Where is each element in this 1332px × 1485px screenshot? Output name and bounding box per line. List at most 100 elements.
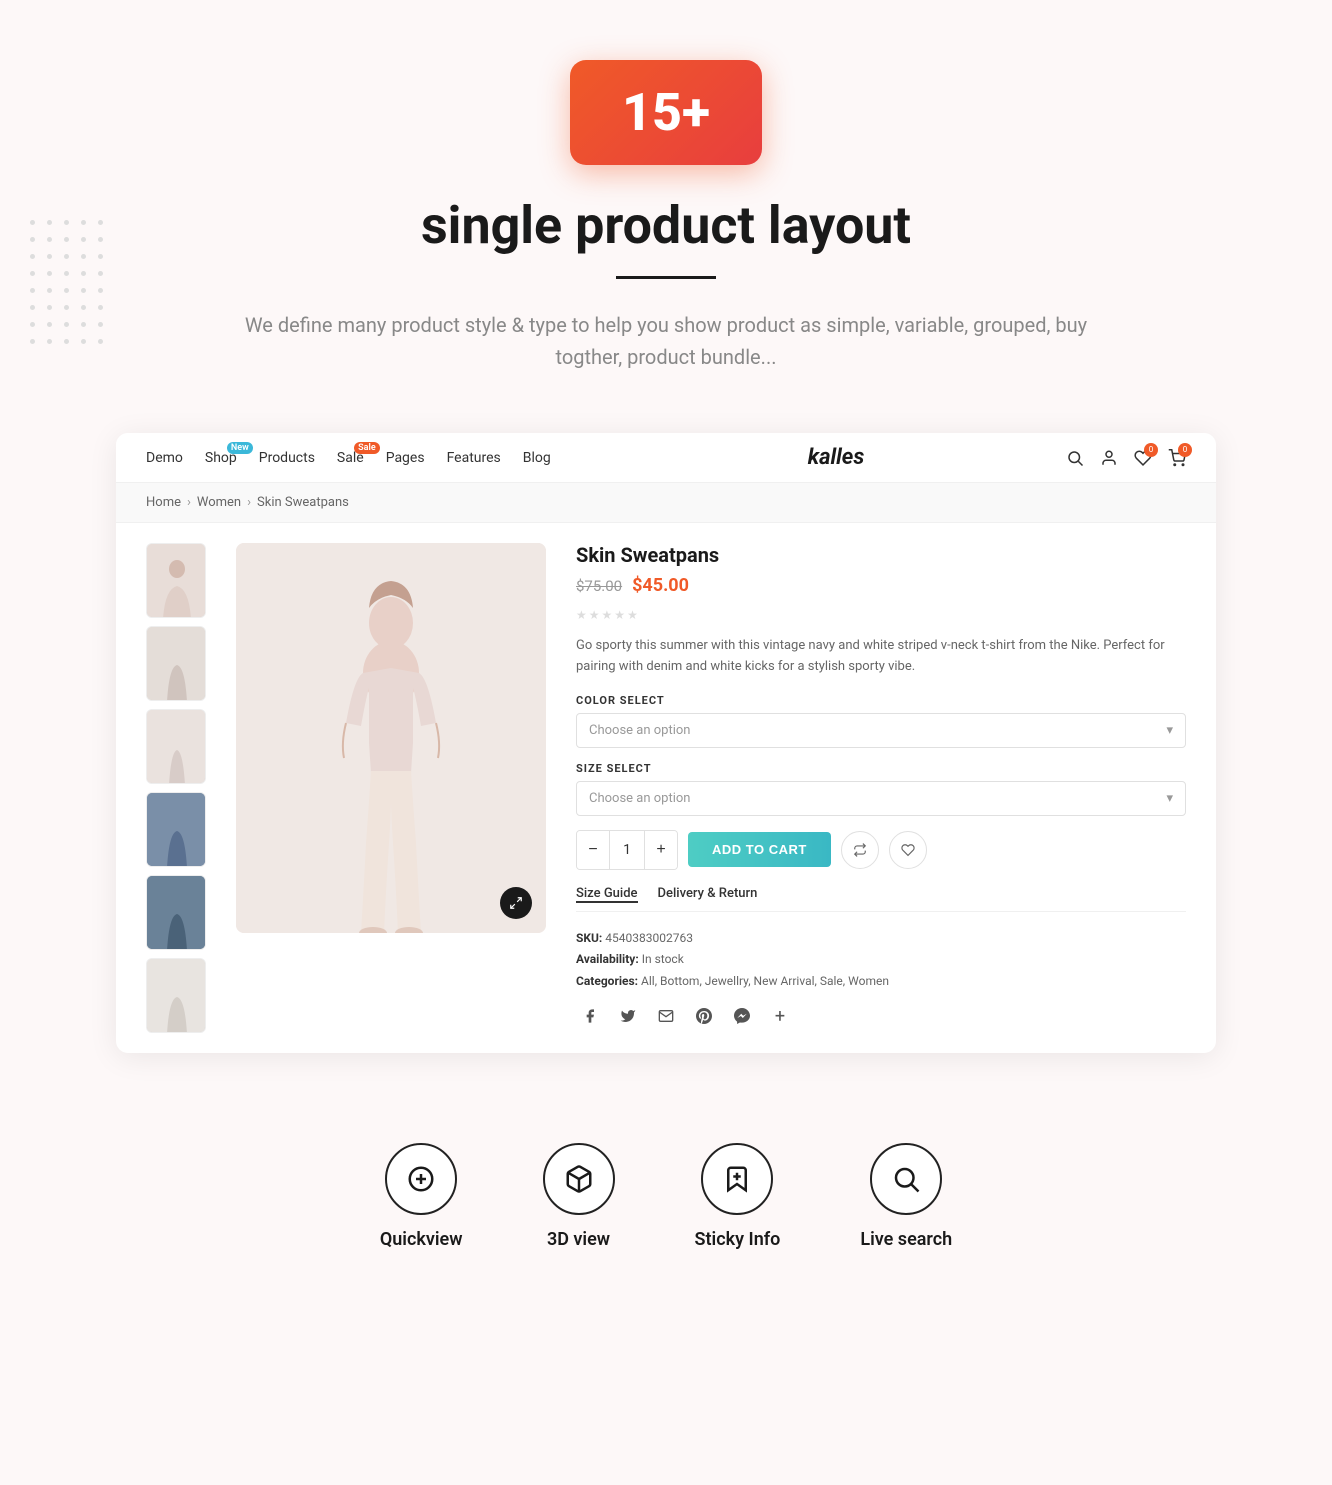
thumbnail-6[interactable] xyxy=(146,958,206,1033)
availability-value: In stock xyxy=(642,952,684,966)
more-share-icon[interactable]: + xyxy=(766,1002,794,1030)
thumbnail-4[interactable] xyxy=(146,792,206,867)
sku-value: 4540383002763 xyxy=(605,931,693,945)
color-chevron-icon: ▾ xyxy=(1166,723,1173,738)
hero-description: We define many product style & type to h… xyxy=(241,309,1091,373)
cart-nav-icon[interactable]: 0 xyxy=(1168,449,1186,467)
categories-value: All, Bottom, Jewellry, New Arrival, Sale… xyxy=(641,974,889,988)
color-select-placeholder: Choose an option xyxy=(589,723,690,738)
breadcrumb: Home › Women › Skin Sweatpans xyxy=(116,483,1216,523)
compare-button[interactable] xyxy=(841,831,879,869)
add-to-cart-row: − 1 + ADD TO CART xyxy=(576,830,1186,870)
bookmark-icon xyxy=(722,1164,752,1194)
thumbnail-3[interactable] xyxy=(146,709,206,784)
product-main-image: -40% xyxy=(236,543,546,1033)
product-meta: SKU: 4540383002763 Availability: In stoc… xyxy=(576,928,1186,993)
shop-new-badge: New xyxy=(227,442,253,454)
nav-links: Demo Shop New Products Sale Sale Pages F… xyxy=(146,450,606,466)
size-select-label: SIZE SELECT xyxy=(576,762,1186,775)
thumbnail-5[interactable] xyxy=(146,875,206,950)
cart-count: 0 xyxy=(1178,443,1192,457)
nav-sale[interactable]: Sale Sale xyxy=(337,450,364,466)
messenger-icon[interactable] xyxy=(728,1002,756,1030)
nav-features[interactable]: Features xyxy=(447,450,501,466)
product-image-container: -40% xyxy=(236,543,546,933)
nav-products[interactable]: Products xyxy=(259,450,315,466)
tab-delivery[interactable]: Delivery & Return xyxy=(658,886,758,903)
facebook-icon[interactable] xyxy=(576,1002,604,1030)
account-nav-icon[interactable] xyxy=(1100,449,1118,467)
search-nav-icon[interactable] xyxy=(1066,449,1084,467)
livesearch-label: Live search xyxy=(860,1229,952,1250)
plus-icon xyxy=(406,1164,436,1194)
breadcrumb-home[interactable]: Home xyxy=(146,495,181,510)
product-name: Skin Sweatpans xyxy=(576,543,1186,567)
product-tabs: Size Guide Delivery & Return xyxy=(576,886,1186,912)
qty-decrease-button[interactable]: − xyxy=(577,831,609,869)
search-icon xyxy=(891,1164,921,1194)
box-icon xyxy=(564,1164,594,1194)
wishlist-count: 0 xyxy=(1144,443,1158,457)
demo-navigation: Demo Shop New Products Sale Sale Pages F… xyxy=(116,433,1216,483)
wishlist-nav-icon[interactable]: 0 xyxy=(1134,449,1152,467)
qty-increase-button[interactable]: + xyxy=(645,831,677,869)
color-select-label: COLOR SELECT xyxy=(576,694,1186,707)
wishlist-button[interactable] xyxy=(889,831,927,869)
product-thumbnails xyxy=(146,543,206,1033)
nav-blog[interactable]: Blog xyxy=(523,450,551,466)
breadcrumb-women[interactable]: Women xyxy=(197,495,241,510)
product-demo-container: Demo Shop New Products Sale Sale Pages F… xyxy=(116,433,1216,1053)
breadcrumb-current: Skin Sweatpans xyxy=(257,495,349,510)
hero-section: 15+ single product layout We define many… xyxy=(0,0,1332,403)
categories-label: Categories: xyxy=(576,974,638,988)
nav-icon-group: 0 0 xyxy=(1066,449,1186,467)
livesearch-icon-circle[interactable] xyxy=(870,1143,942,1215)
product-description: Go sporty this summer with this vintage … xyxy=(576,636,1186,678)
page-title: single product layout xyxy=(20,195,1312,256)
quantity-control: − 1 + xyxy=(576,830,678,870)
nav-pages[interactable]: Pages xyxy=(386,450,425,466)
product-price: $75.00 $45.00 xyxy=(576,575,1186,596)
3dview-icon-circle[interactable] xyxy=(543,1143,615,1215)
zoom-button[interactable] xyxy=(500,887,532,919)
pinterest-icon[interactable] xyxy=(690,1002,718,1030)
size-select-placeholder: Choose an option xyxy=(589,791,690,806)
color-select[interactable]: Choose an option ▾ xyxy=(576,713,1186,748)
feature-3dview: 3D view xyxy=(543,1143,615,1250)
tab-size-guide[interactable]: Size Guide xyxy=(576,886,638,903)
sku-label: SKU: xyxy=(576,931,602,945)
price-old: $75.00 xyxy=(576,577,622,595)
product-info-panel: Skin Sweatpans $75.00 $45.00 ★ ★ ★ ★ ★ G… xyxy=(576,543,1186,1033)
sale-badge: Sale xyxy=(354,442,380,454)
3dview-label: 3D view xyxy=(547,1229,610,1250)
features-strip: Quickview 3D view Sticky Info xyxy=(0,1093,1332,1310)
stickyinfo-label: Sticky Info xyxy=(695,1229,781,1250)
social-share-icons: + xyxy=(576,1002,1186,1030)
availability-row: Availability: In stock xyxy=(576,949,1186,971)
size-select[interactable]: Choose an option ▾ xyxy=(576,781,1186,816)
feature-live-search: Live search xyxy=(860,1143,952,1250)
product-content-area: -40% xyxy=(116,523,1216,1053)
email-icon[interactable] xyxy=(652,1002,680,1030)
quickview-label: Quickview xyxy=(380,1229,463,1250)
twitter-icon[interactable] xyxy=(614,1002,642,1030)
hero-badge: 15+ xyxy=(570,60,762,165)
categories-row: Categories: All, Bottom, Jewellry, New A… xyxy=(576,971,1186,993)
quantity-value: 1 xyxy=(609,831,645,869)
thumbnail-1[interactable] xyxy=(146,543,206,618)
quickview-icon-circle[interactable] xyxy=(385,1143,457,1215)
availability-label: Availability: xyxy=(576,952,639,966)
size-chevron-icon: ▾ xyxy=(1166,791,1173,806)
nav-shop[interactable]: Shop New xyxy=(205,450,237,466)
product-stars: ★ ★ ★ ★ ★ xyxy=(576,608,1186,622)
sku-row: SKU: 4540383002763 xyxy=(576,928,1186,950)
add-to-cart-button[interactable]: ADD TO CART xyxy=(688,832,831,867)
nav-demo[interactable]: Demo xyxy=(146,450,183,466)
feature-quickview: Quickview xyxy=(380,1143,463,1250)
thumbnail-2[interactable] xyxy=(146,626,206,701)
title-divider xyxy=(616,276,716,279)
stickyinfo-icon-circle[interactable] xyxy=(701,1143,773,1215)
price-new: $45.00 xyxy=(632,575,689,596)
site-logo: kalles xyxy=(606,445,1066,470)
feature-sticky-info: Sticky Info xyxy=(695,1143,781,1250)
